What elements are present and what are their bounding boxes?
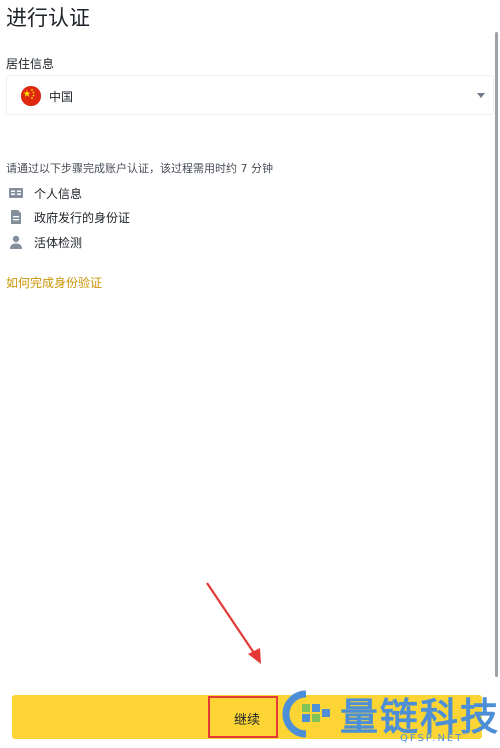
- step-label: 活体检测: [34, 236, 83, 250]
- residence-label: 居住信息: [6, 57, 55, 71]
- person-icon: [10, 235, 22, 249]
- china-flag-icon: [21, 86, 41, 106]
- how-to-verify-link[interactable]: 如何完成身份验证: [6, 274, 102, 291]
- watermark-subtext: QFSP.NET: [400, 733, 464, 744]
- step-label: 个人信息: [34, 187, 83, 201]
- watermark: 量链科技 QFSP.NET: [280, 684, 500, 748]
- country-select[interactable]: 中国: [6, 75, 494, 115]
- country-select-value: 中国: [49, 90, 74, 104]
- document-icon: [11, 210, 21, 224]
- chevron-down-icon[interactable]: [477, 93, 485, 98]
- step-label: 政府发行的身份证: [34, 211, 131, 225]
- watermark-logo-icon: [282, 690, 330, 738]
- scrollbar[interactable]: [495, 32, 498, 677]
- page-title: 进行认证: [6, 6, 90, 30]
- intro-text: 请通过以下步骤完成账户认证，该过程需用时约 7 分钟: [6, 162, 273, 175]
- id-card-icon: [9, 188, 23, 198]
- red-arrow-annotation: [206, 582, 261, 664]
